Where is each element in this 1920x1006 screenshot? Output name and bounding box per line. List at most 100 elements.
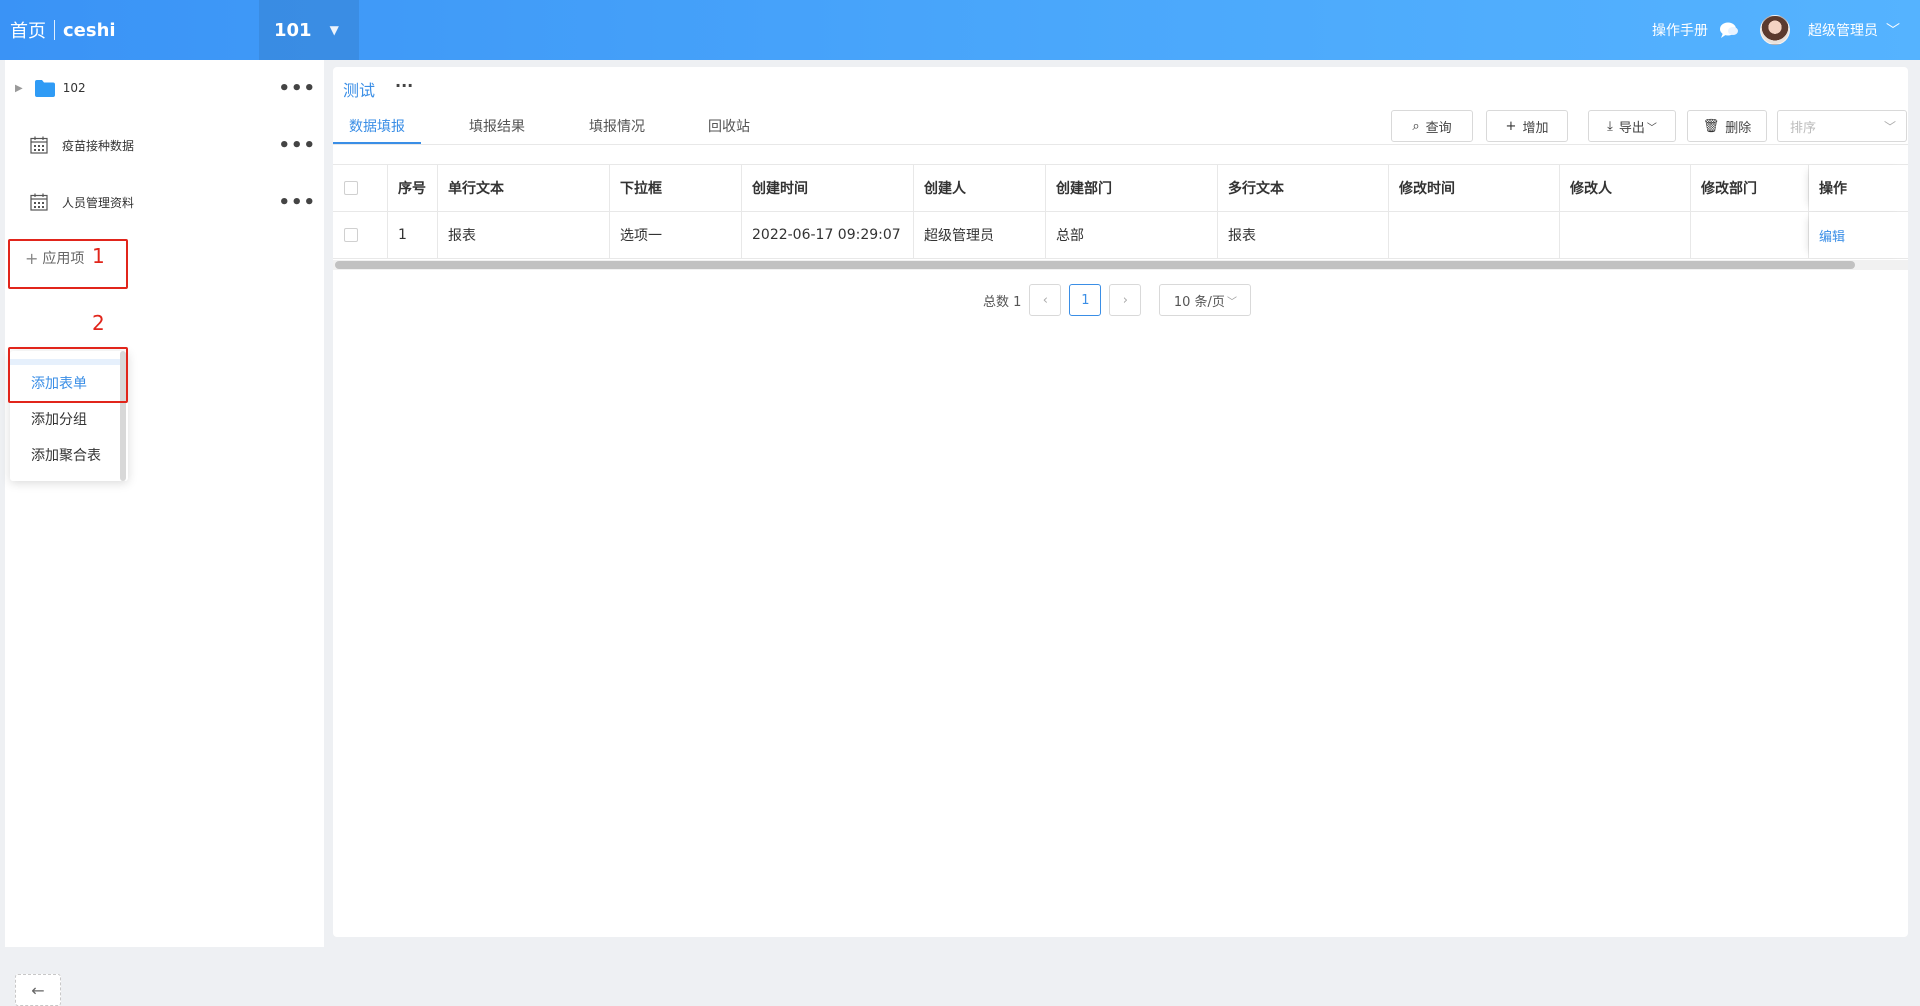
delete-label: 删除: [1725, 120, 1752, 136]
table-header-row: 序号 单行文本 下拉框 创建时间 创建人 创建部门 多行文本 修改时间 修改人 …: [333, 165, 1908, 212]
sidebar-item-label: 102: [62, 81, 86, 95]
sort-placeholder: 排序: [1790, 120, 1817, 136]
download-icon: ⤓: [1607, 118, 1613, 134]
caret-down-icon: ▼: [329, 23, 339, 37]
tab-status[interactable]: 填报情况: [589, 116, 645, 136]
chevron-down-icon: ﹀: [1226, 296, 1237, 308]
column-header[interactable]: 创建时间: [742, 165, 914, 211]
menu-item-add-group[interactable]: 添加分组: [31, 409, 87, 429]
table-cell: 1: [388, 212, 438, 258]
more-icon[interactable]: •••: [278, 135, 316, 156]
search-icon: ⌕: [1412, 118, 1420, 134]
query-label: 查询: [1425, 120, 1452, 136]
page-number-button[interactable]: 1: [1069, 284, 1102, 316]
tab-recycle-bin[interactable]: 回收站: [708, 116, 750, 136]
manual-link[interactable]: 操作手册: [1652, 20, 1708, 40]
header-right: 操作手册 超级管理员 ﹀: [1652, 0, 1900, 60]
table-row[interactable]: 1 报表 选项一 2022-06-17 09:29:07 超级管理员 总部 报表…: [333, 212, 1908, 259]
prev-page-button[interactable]: ‹: [1029, 284, 1062, 316]
sidebar-item-form[interactable]: 疫苗接种数据 •••: [5, 125, 324, 165]
arrow-left-icon: ←: [31, 980, 45, 1000]
calendar-icon: [30, 193, 48, 211]
delete-button[interactable]: 🗑 删除: [1687, 110, 1767, 142]
chevron-left-icon: ‹: [1042, 292, 1048, 308]
table-cell: 超级管理员: [914, 212, 1046, 258]
select-all-cell: [333, 165, 388, 211]
more-icon[interactable]: •••: [278, 78, 316, 99]
select-all-checkbox[interactable]: [344, 181, 358, 195]
annotation-box: [8, 239, 128, 289]
sidebar-item-label: 疫苗接种数据: [62, 138, 135, 153]
avatar[interactable]: [1760, 15, 1790, 45]
column-header[interactable]: 创建部门: [1046, 165, 1218, 211]
column-header[interactable]: 多行文本: [1218, 165, 1389, 211]
table-cell: 总部: [1046, 212, 1218, 258]
export-button[interactable]: ⤓ 导出 ﹀: [1588, 110, 1676, 142]
app-name: ceshi: [63, 19, 116, 41]
annotation-number: 2: [92, 311, 105, 335]
column-header[interactable]: 修改人: [1560, 165, 1691, 211]
app-switcher-value: 101: [274, 19, 312, 41]
chevron-down-icon[interactable]: ﹀: [1886, 20, 1900, 40]
total-count: 总数 1: [983, 294, 1022, 310]
sidebar: ▶ 102 ••• 疫苗接种数据 ••• 人员管理资料 ••• + 应用项 1 …: [5, 60, 324, 1006]
chat-bubble-icon[interactable]: [1718, 21, 1740, 39]
table-cell: 选项一: [610, 212, 742, 258]
row-checkbox[interactable]: [344, 228, 358, 242]
page-size-select[interactable]: 10 条/页 ﹀: [1159, 284, 1252, 316]
more-icon[interactable]: •••: [278, 192, 316, 213]
query-button[interactable]: ⌕ 查询: [1391, 110, 1473, 142]
table-cell: [1560, 212, 1691, 258]
edit-link[interactable]: 编辑: [1819, 226, 1845, 245]
chevron-right-icon: ›: [1122, 292, 1128, 308]
table-cell: 报表: [438, 212, 610, 258]
menu-item-add-aggregate[interactable]: 添加聚合表: [31, 445, 101, 465]
data-table: 序号 单行文本 下拉框 创建时间 创建人 创建部门 多行文本 修改时间 修改人 …: [333, 164, 1908, 259]
table-cell: 报表: [1218, 212, 1389, 258]
operation-cell: 编辑: [1809, 212, 1908, 258]
app-switcher[interactable]: 101 ▼: [259, 0, 359, 60]
brand-divider: [54, 20, 55, 40]
tab-results[interactable]: 填报结果: [469, 116, 525, 136]
page-number: 1: [1081, 292, 1090, 308]
column-header: 操作: [1809, 165, 1908, 211]
add-button[interactable]: + 增加: [1486, 110, 1568, 142]
table-cell: [1691, 212, 1809, 258]
row-select-cell: [333, 212, 388, 258]
tab-data-entry[interactable]: 数据填报: [349, 116, 405, 136]
column-header[interactable]: 单行文本: [438, 165, 610, 211]
column-header[interactable]: 下拉框: [610, 165, 742, 211]
column-header[interactable]: 修改时间: [1389, 165, 1560, 211]
sidebar-item-label: 人员管理资料: [62, 195, 135, 210]
pagination: 总数 1 ‹ 1 › 10 条/页 ﹀: [983, 284, 1252, 316]
column-header[interactable]: 序号: [388, 165, 438, 211]
home-link[interactable]: 首页: [10, 17, 46, 43]
sidebar-item-folder[interactable]: ▶ 102 •••: [5, 68, 324, 108]
expand-triangle-icon[interactable]: ▶: [15, 83, 23, 94]
top-header: 首页 ceshi 101 ▼ 操作手册 超级管理员 ﹀: [0, 0, 1920, 60]
sidebar-item-form[interactable]: 人员管理资料 •••: [5, 182, 324, 222]
chevron-down-icon: ﹀: [1883, 119, 1896, 134]
brand: 首页 ceshi: [10, 17, 116, 43]
trash-icon: 🗑: [1702, 118, 1720, 134]
calendar-icon: [30, 136, 48, 154]
annotation-box: [8, 347, 128, 403]
collapse-sidebar-button[interactable]: ←: [15, 974, 61, 1006]
user-name[interactable]: 超级管理员: [1808, 20, 1878, 40]
plus-icon: +: [1505, 118, 1517, 134]
sort-select[interactable]: 排序 ﹀: [1777, 110, 1907, 142]
table-cell: [1389, 212, 1560, 258]
scrollbar-thumb[interactable]: [335, 261, 1855, 269]
tab-active-indicator: [333, 142, 421, 144]
folder-icon: [34, 79, 55, 97]
horizontal-scrollbar[interactable]: [333, 260, 1908, 270]
export-label: 导出: [1618, 120, 1645, 136]
more-icon[interactable]: ···: [395, 76, 413, 95]
add-label: 增加: [1522, 120, 1549, 136]
column-header[interactable]: 创建人: [914, 165, 1046, 211]
table-cell: 2022-06-17 09:29:07: [742, 212, 914, 258]
column-header[interactable]: 修改部门: [1691, 165, 1809, 211]
page-size-value: 10 条/页: [1173, 294, 1225, 310]
page-title: 测试: [343, 81, 376, 100]
next-page-button[interactable]: ›: [1109, 284, 1142, 316]
